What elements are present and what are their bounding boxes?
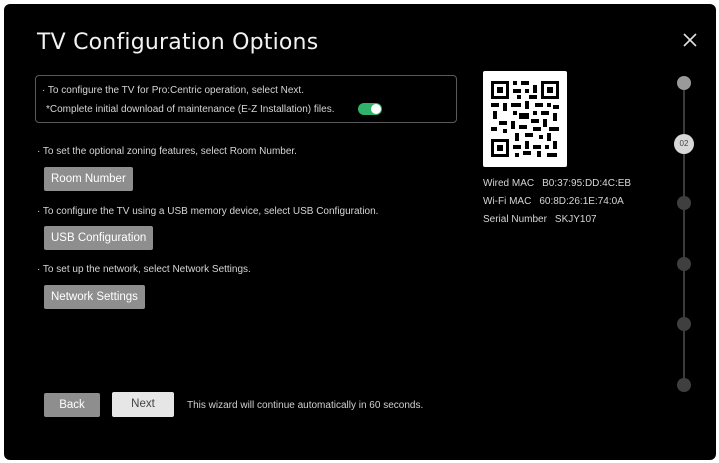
- network-settings-button[interactable]: Network Settings: [44, 285, 145, 309]
- next-button[interactable]: Next: [112, 392, 174, 417]
- network-settings-instruction: · To set up the network, select Network …: [37, 264, 251, 275]
- room-number-instruction: · To set the optional zoning features, s…: [37, 146, 297, 157]
- serial-number-value: SKJY107: [554, 214, 597, 225]
- room-number-button[interactable]: Room Number: [44, 167, 133, 191]
- usb-configuration-button[interactable]: USB Configuration: [44, 226, 154, 250]
- serial-number-label: Serial Number: [483, 214, 547, 225]
- step-3-dot: [677, 196, 691, 210]
- qr-code-icon: [489, 79, 561, 159]
- wired-mac-label: Wired MAC: [483, 178, 535, 189]
- usb-configuration-instruction: · To configure the TV using a USB memory…: [37, 206, 379, 217]
- step-1-dot: [677, 76, 691, 90]
- step-current: 02: [674, 134, 694, 154]
- step-5-dot: [677, 317, 691, 331]
- wired-mac-row: Wired MAC B0:37:95:DD:4C:EB: [483, 178, 631, 189]
- close-icon: [683, 33, 697, 47]
- wizard-screen: TV Configuration Options · To configure …: [4, 4, 716, 460]
- ez-installation-toggle[interactable]: [358, 103, 382, 115]
- wifi-mac-label: Wi-Fi MAC: [483, 196, 532, 207]
- serial-number-row: Serial Number SKJY107: [483, 214, 597, 225]
- page-title: TV Configuration Options: [37, 30, 319, 55]
- toggle-knob: [371, 104, 381, 114]
- wifi-mac-row: Wi-Fi MAC 60:8D:26:1E:74:0A: [483, 196, 624, 207]
- procentric-info-box: · To configure the TV for Pro:Centric op…: [35, 75, 457, 123]
- close-button[interactable]: [680, 30, 700, 50]
- auto-continue-note: This wizard will continue automatically …: [187, 400, 424, 411]
- wifi-mac-value: 60:8D:26:1E:74:0A: [539, 196, 624, 207]
- progress-timeline: [683, 84, 685, 389]
- step-4-dot: [677, 257, 691, 271]
- qr-code: [483, 71, 567, 167]
- wired-mac-value: B0:37:95:DD:4C:EB: [542, 178, 632, 189]
- ez-installation-note: *Complete initial download of maintenanc…: [46, 104, 335, 115]
- back-button[interactable]: Back: [44, 393, 100, 417]
- procentric-instruction: · To configure the TV for Pro:Centric op…: [42, 85, 304, 96]
- step-6-dot: [677, 378, 691, 392]
